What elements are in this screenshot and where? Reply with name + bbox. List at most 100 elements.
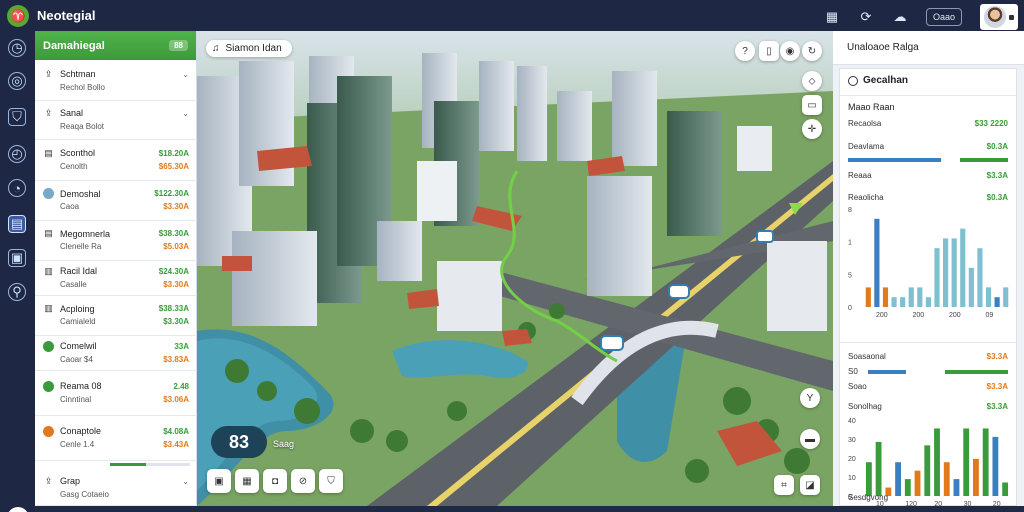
- item-value: $24.30A: [158, 266, 189, 276]
- map-view[interactable]: ♫ Siamon Idan ? ▯ ◉ ↻ ⬦ ▭ ✛ Y ▬ ⌗ ◪ 83 S…: [197, 31, 833, 506]
- shield-icon[interactable]: ⛉: [8, 108, 26, 126]
- x-tick-label: 10: [876, 501, 884, 508]
- metric-row: Soasaonal $3.3A: [848, 352, 1008, 361]
- camera-icon[interactable]: ◘: [263, 469, 287, 493]
- chevron-down-icon[interactable]: ⌄: [182, 70, 189, 79]
- list-item[interactable]: Demoshal $122.30A Caoa $3.30A: [35, 181, 197, 221]
- chart-bar: [985, 287, 992, 307]
- metric-row: Recaolsa $33 2220: [848, 119, 1008, 128]
- cloud-icon[interactable]: ☁: [892, 9, 908, 25]
- chevron-down-icon[interactable]: ⌄: [182, 477, 189, 486]
- item-subvalue: $65.30A: [158, 161, 189, 171]
- clipboard-icon[interactable]: ▦: [824, 9, 840, 25]
- x-tick-label: 200: [876, 312, 888, 319]
- tree-icon[interactable]: Y: [800, 388, 820, 408]
- refresh-icon[interactable]: ⟳: [858, 9, 874, 25]
- grid-icon[interactable]: ▦: [235, 469, 259, 493]
- item-value: $38.33A: [158, 304, 189, 313]
- item-subtitle: Cenle 1.4: [60, 439, 95, 449]
- item-subvalue: $3.83A: [163, 354, 189, 364]
- chart-bar: [904, 479, 911, 496]
- images-icon[interactable]: ▣: [8, 249, 26, 267]
- locate-icon[interactable]: ↻: [802, 41, 822, 61]
- measure-icon[interactable]: ◪: [800, 475, 820, 495]
- chart-bar: [875, 441, 882, 496]
- bookmark-icon[interactable]: ▯: [759, 41, 779, 61]
- fullscreen-icon[interactable]: ✛: [802, 119, 822, 139]
- item-subtitle: Clenelle Ra: [60, 242, 102, 251]
- item-name: Sconthol: [60, 148, 96, 158]
- chart-bar: [865, 462, 872, 496]
- timer-icon[interactable]: ◴: [8, 145, 26, 163]
- item-subtitle: Camialeld: [60, 317, 96, 326]
- chart-icon[interactable]: ▤: [8, 215, 26, 233]
- chart-bar: [960, 228, 966, 307]
- leaf-icon[interactable]: ❦: [7, 507, 29, 512]
- analytics-panel: Unaloaoe Ralga Gecalhan Maao Raan Recaol…: [833, 31, 1024, 508]
- item-subvalue: $3.30A: [163, 317, 189, 326]
- list-item[interactable]: ▥ Racil Idal $24.30A Casalle $3.30A: [35, 261, 197, 296]
- draw-icon[interactable]: ⌗: [774, 475, 794, 495]
- chart-bar: [865, 287, 871, 307]
- gauge-icon[interactable]: ◔: [8, 179, 26, 197]
- item-subvalue: $3.30A: [163, 279, 189, 289]
- y-tick-label: 8: [848, 207, 852, 214]
- panel-header: Damahiegal 88: [35, 31, 196, 60]
- item-subtitle: Rechol Bollo: [60, 82, 105, 92]
- list-item[interactable]: Conaptole $4.08A Cenle 1.4 $3.43A: [35, 416, 197, 461]
- x-tick-label: 200: [949, 312, 961, 319]
- marker-icon[interactable]: ⬦: [802, 71, 822, 91]
- item-subtitle: Cenolth: [60, 161, 88, 171]
- item-value: 2.48: [173, 381, 189, 391]
- collapse-icon[interactable]: ▬: [800, 429, 820, 449]
- top-bar: ♈ Neotegial ▦ ⟳ ☁ Oaao: [0, 0, 1024, 31]
- item-subvalue: $3.43A: [163, 439, 189, 449]
- compass-icon[interactable]: ⊘: [291, 469, 315, 493]
- upload-icon: ⇪: [44, 107, 53, 118]
- item-name: Grap: [60, 476, 81, 486]
- x-tick-label: 20: [993, 501, 1001, 508]
- chart-bar: [968, 267, 974, 307]
- item-subvalue: $5.03A: [163, 242, 189, 251]
- list-item[interactable]: ▤ Sconthol $18.20A Cenolth $65.30A: [35, 140, 197, 181]
- item-name: Reama 08: [60, 381, 102, 391]
- list-item[interactable]: Comelwil 33A Caoar $4 $3.83A: [35, 336, 197, 371]
- app-logo-icon[interactable]: ♈: [7, 4, 29, 27]
- help-icon[interactable]: ?: [735, 41, 755, 61]
- chart-bar: [908, 287, 914, 307]
- x-tick-label: 200: [913, 312, 925, 319]
- chevron-down-icon[interactable]: ⌄: [182, 109, 189, 118]
- pin-icon: ♫: [212, 43, 220, 54]
- location-name: Siamon Idan: [225, 43, 282, 54]
- y-tick-label: 5: [848, 272, 852, 279]
- layers-icon[interactable]: ▣: [207, 469, 231, 493]
- list-item[interactable]: ⇪ Schtman ⌄ Rechol Bollo: [35, 62, 197, 101]
- chart-bar: [874, 218, 880, 307]
- shield-icon[interactable]: ⛉: [319, 469, 343, 493]
- search-icon[interactable]: ⚲: [8, 283, 26, 301]
- clipboard-icon[interactable]: ▭: [802, 95, 822, 115]
- panel-badge[interactable]: 88: [169, 40, 188, 51]
- list-item[interactable]: ▥ Acploing $38.33A Camialeld $3.30A: [35, 296, 197, 336]
- camera-icon[interactable]: ◉: [780, 41, 800, 61]
- globe-icon[interactable]: ◎: [8, 72, 26, 90]
- list-item[interactable]: ▤ Megomnerla $38.30A Clenelle Ra $5.03A: [35, 221, 197, 261]
- status-dot-icon: [43, 425, 54, 437]
- user-menu[interactable]: [980, 4, 1018, 30]
- list-item[interactable]: ⇪ Grap ⌄ Gasg Cotaeio: [35, 471, 197, 506]
- upload-icon: ⇪: [44, 475, 53, 486]
- item-subtitle: Reaqa Bolot: [60, 121, 105, 131]
- x-tick-label: 09: [986, 312, 994, 319]
- y-tick-label: 0: [848, 305, 852, 312]
- doc-icon: ▥: [44, 303, 53, 313]
- avatar[interactable]: [984, 6, 1006, 28]
- upload-icon: ⇪: [44, 68, 53, 79]
- metric-bar: [848, 158, 1008, 162]
- list-item[interactable]: Reama 08 2.48 Cinntinal $3.06A: [35, 371, 197, 416]
- account-pill[interactable]: Oaao: [925, 8, 962, 26]
- y-tick-label: 20: [848, 456, 856, 463]
- list-item[interactable]: ⇪ Sanal ⌄ Reaqa Bolot: [35, 101, 197, 140]
- item-value: $38.30A: [158, 229, 189, 238]
- location-label[interactable]: ♫ Siamon Idan: [206, 40, 292, 57]
- clock-icon[interactable]: ◷: [8, 39, 26, 57]
